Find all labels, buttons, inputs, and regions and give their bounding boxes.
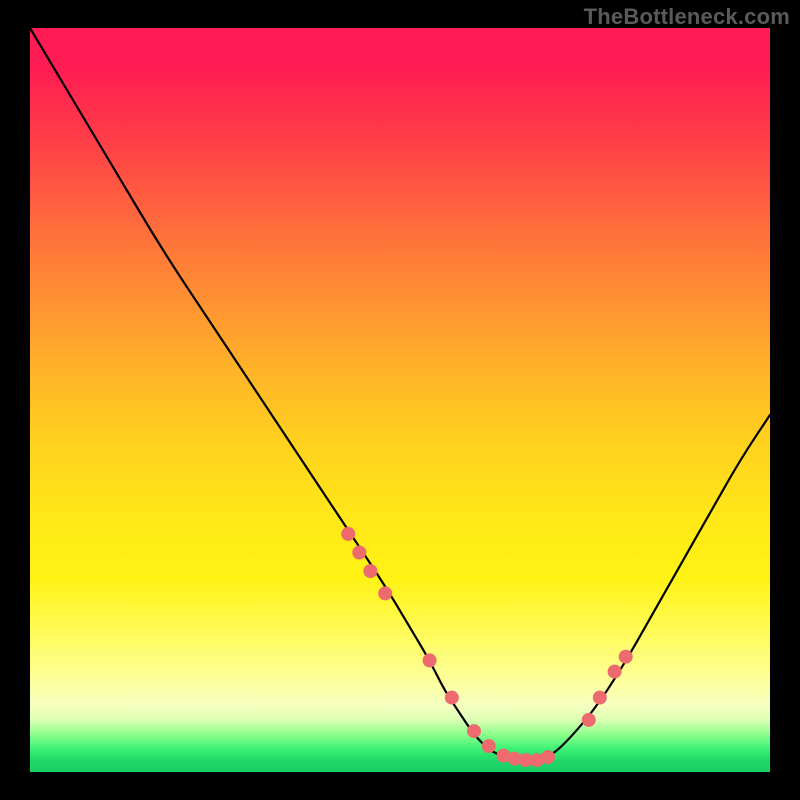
- marker-dot: [445, 691, 459, 705]
- marker-dot: [482, 739, 496, 753]
- chart-frame: TheBottleneck.com: [0, 0, 800, 800]
- marker-dot: [352, 546, 366, 560]
- chart-svg: [30, 28, 770, 772]
- plot-area: [30, 28, 770, 772]
- marker-dot: [467, 724, 481, 738]
- marker-dot: [541, 750, 555, 764]
- watermark-text: TheBottleneck.com: [584, 4, 790, 30]
- marker-dot: [378, 586, 392, 600]
- marker-dot: [363, 564, 377, 578]
- curve-markers: [341, 527, 633, 767]
- marker-dot: [593, 691, 607, 705]
- bottleneck-curve: [30, 28, 770, 761]
- marker-dot: [423, 653, 437, 667]
- marker-dot: [608, 665, 622, 679]
- marker-dot: [582, 713, 596, 727]
- marker-dot: [341, 527, 355, 541]
- marker-dot: [619, 650, 633, 664]
